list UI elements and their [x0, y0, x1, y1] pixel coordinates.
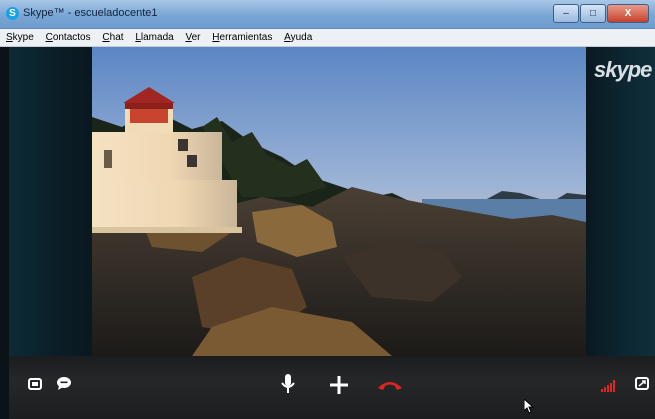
mute-button[interactable] [281, 374, 295, 394]
chat-bubble-icon [57, 377, 71, 390]
lighthouse-video-image [92, 47, 586, 356]
add-icon [330, 376, 348, 394]
hang-up-button[interactable] [377, 378, 403, 390]
close-button[interactable]: X [607, 4, 649, 23]
menu-contactos[interactable]: Contactos [46, 29, 91, 46]
menu-ver[interactable]: Ver [185, 29, 200, 46]
menu-llamada[interactable]: Llamada [135, 29, 173, 46]
screen-share-icon [28, 378, 42, 390]
right-panel [586, 47, 655, 356]
menu-bar: Skype Contactos Chat Llamada Ver Herrami… [0, 29, 655, 47]
fullscreen-button[interactable] [635, 377, 649, 390]
screen-share-button[interactable] [28, 377, 42, 390]
window-title: Skype™ - escueladocente1 [23, 7, 158, 19]
minimize-button[interactable]: – [553, 4, 579, 23]
arrow-cursor-icon [523, 397, 535, 414]
menu-skype[interactable]: Skype [6, 29, 34, 46]
skype-app-icon: S [6, 7, 19, 20]
mouse-cursor [523, 397, 535, 419]
video-feed [92, 47, 586, 356]
fullscreen-icon [635, 377, 649, 390]
skype-logo: skype [594, 57, 652, 82]
left-panel [9, 47, 92, 356]
menu-chat[interactable]: Chat [102, 29, 123, 46]
menu-ayuda[interactable]: Ayuda [284, 29, 312, 46]
chat-button[interactable] [56, 376, 72, 391]
maximize-button[interactable]: □ [580, 4, 606, 23]
menu-herramientas[interactable]: Herramientas [212, 29, 272, 46]
signal-strength-icon [601, 380, 615, 392]
title-bar: S Skype™ - escueladocente1 – □ X [0, 0, 655, 29]
microphone-icon [281, 374, 295, 393]
add-button[interactable] [330, 376, 348, 394]
window-frame-left [0, 47, 9, 419]
hang-up-icon [378, 382, 402, 390]
call-quality-indicator[interactable] [601, 379, 617, 392]
